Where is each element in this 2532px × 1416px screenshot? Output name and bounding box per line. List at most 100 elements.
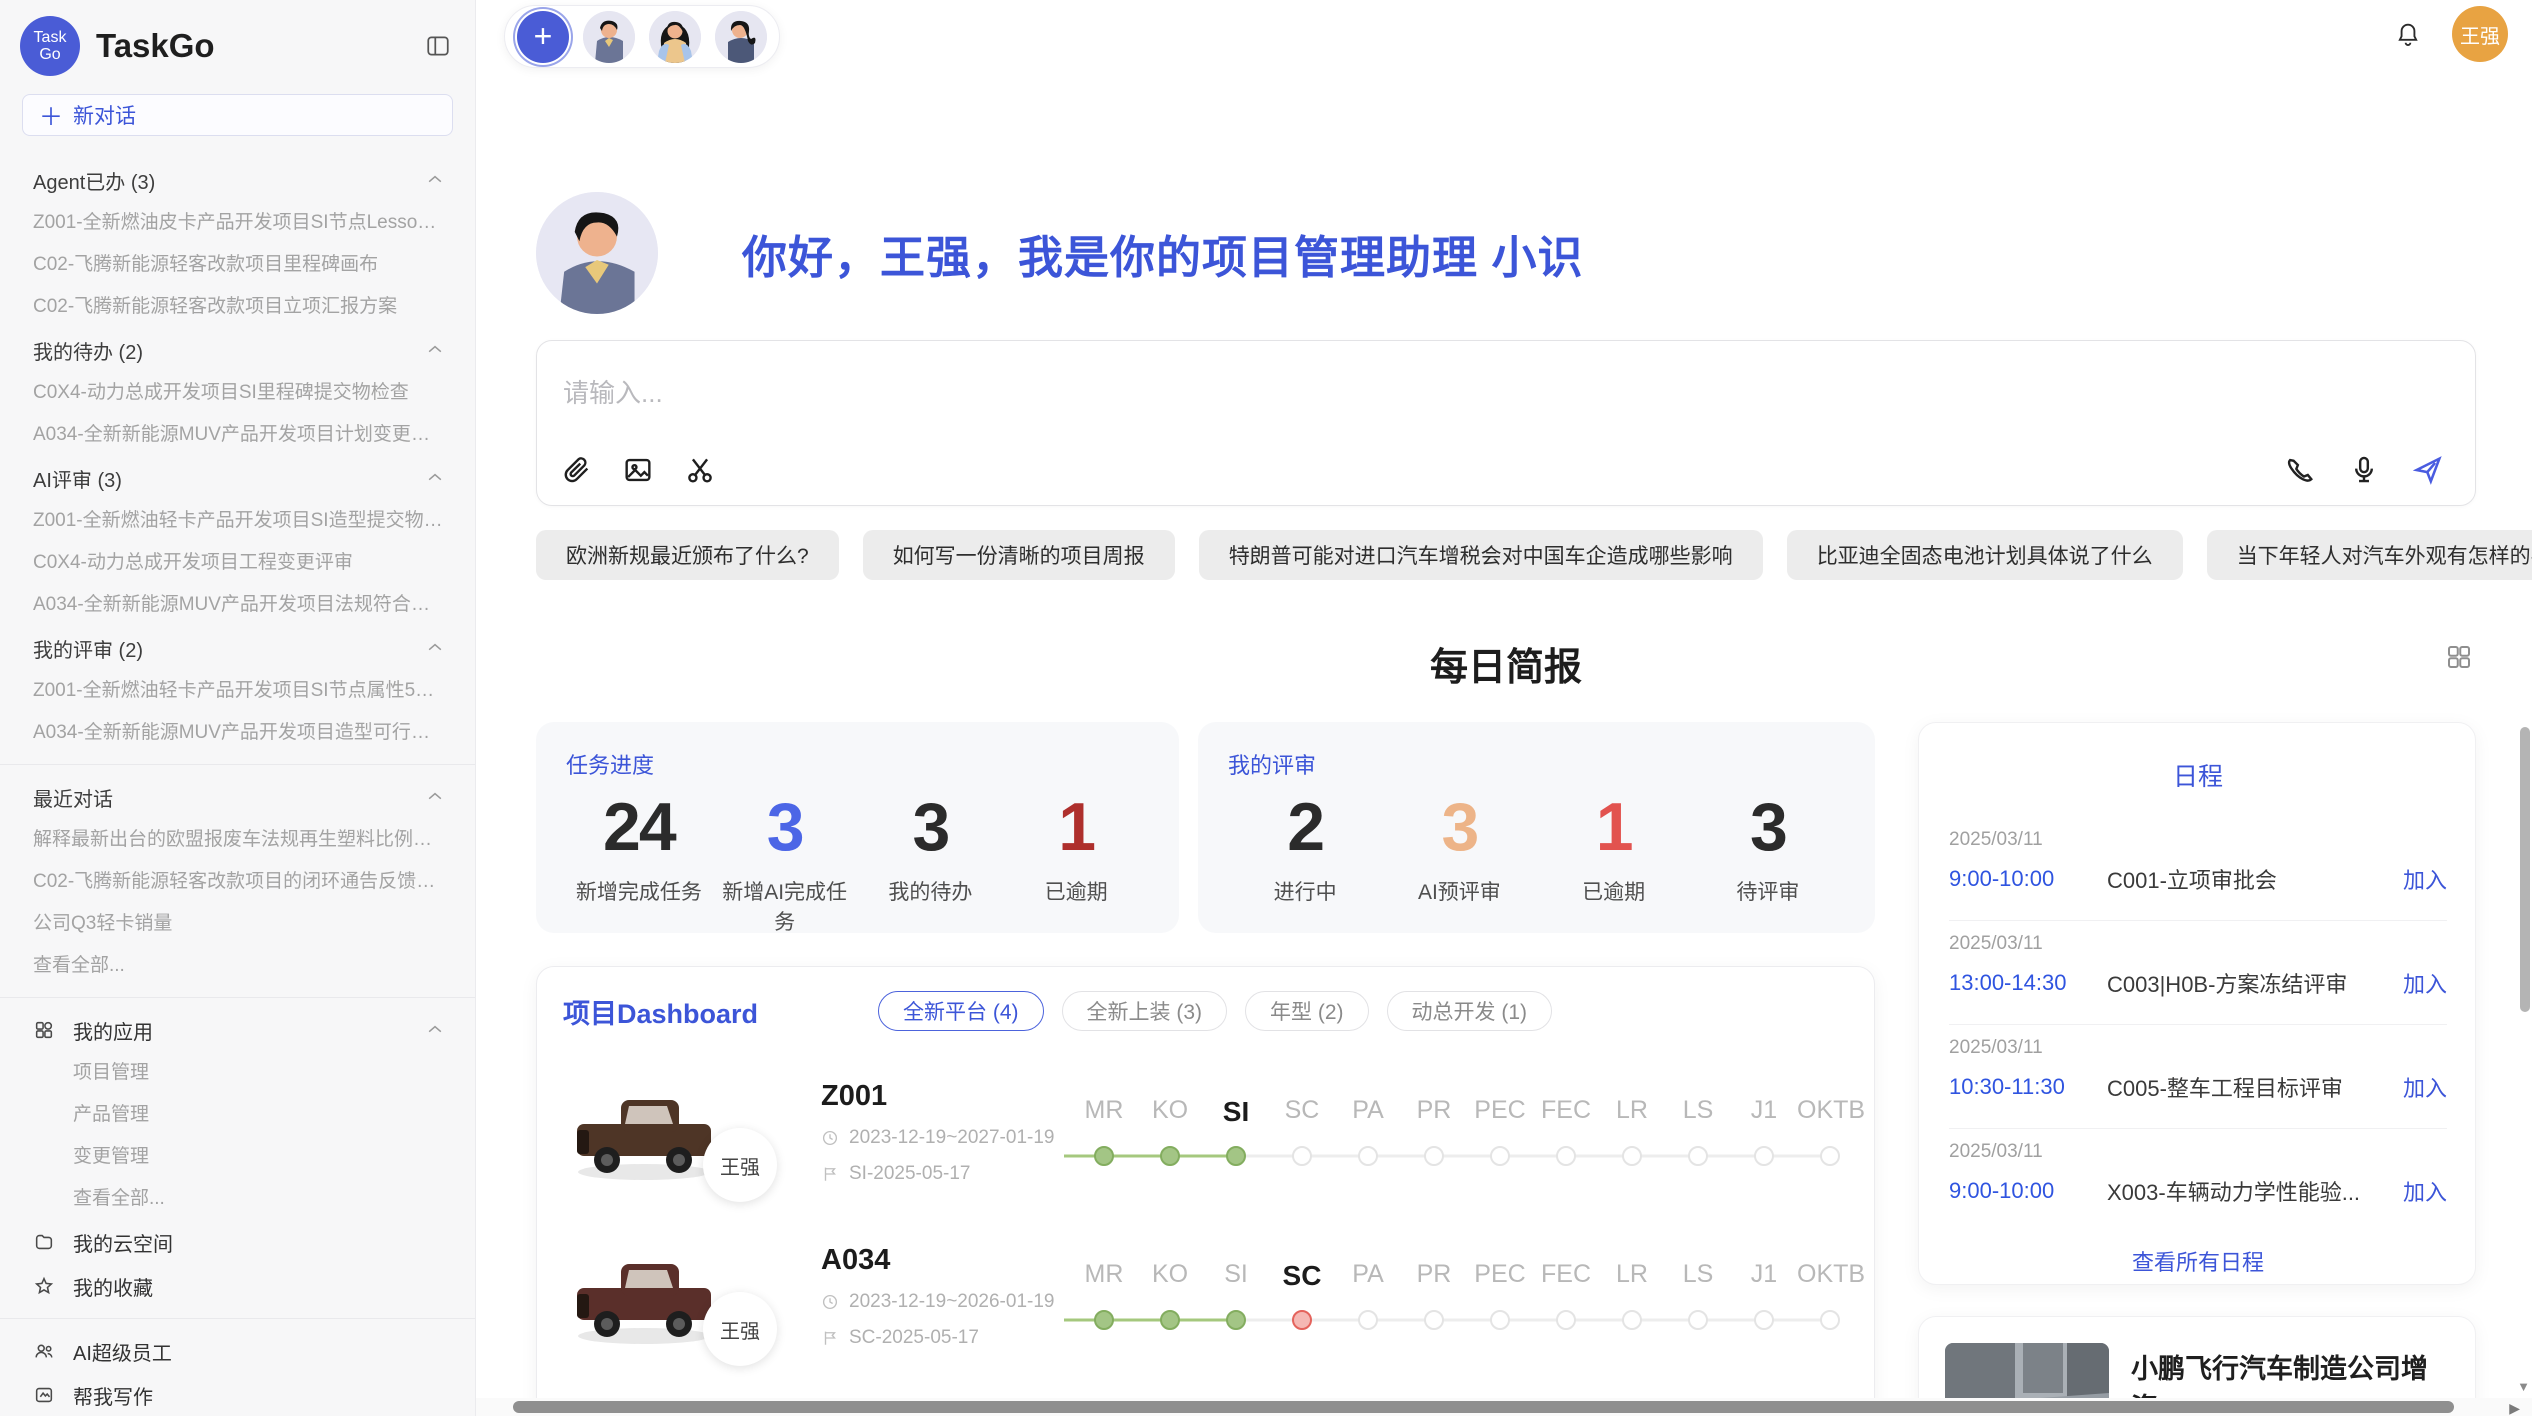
cloud-folder-icon — [33, 1231, 55, 1253]
app-subitem[interactable]: 查看全部... — [0, 1178, 475, 1220]
join-meeting-link[interactable]: 加入 — [2403, 1071, 2447, 1103]
agent-avatar-3[interactable] — [715, 11, 767, 63]
join-meeting-link[interactable]: 加入 — [2403, 1175, 2447, 1207]
suggestion-chip[interactable]: 欧洲新规最近颁布了什么? — [536, 530, 839, 580]
milestone-label-pa: PA — [1335, 1260, 1401, 1292]
agent-avatar-1[interactable] — [583, 11, 635, 63]
recent-chat-item[interactable]: 查看全部... — [0, 945, 475, 987]
sidebar-item-my-apps[interactable]: 我的应用 — [0, 1008, 475, 1052]
topbar: + — [476, 0, 2532, 72]
metric: 3待评审 — [1691, 788, 1845, 906]
schedule-name: C001-立项审批会 — [2107, 863, 2389, 895]
scissors-icon[interactable] — [683, 453, 717, 487]
message-composer[interactable]: 请输入... — [536, 340, 2476, 506]
agent-pill: + — [504, 5, 780, 68]
app-subitem[interactable]: 项目管理 — [0, 1052, 475, 1094]
app-subitem[interactable]: 变更管理 — [0, 1136, 475, 1178]
schedule-time: 13:00-14:30 — [1949, 970, 2107, 996]
schedule-date: 2025/03/11 — [1949, 1037, 2447, 1059]
sidebar-group-header[interactable]: 我的评审 (2) — [0, 626, 475, 670]
sidebar-task-item[interactable]: C02-飞腾新能源轻客改款项目立项汇报方案 — [0, 286, 475, 328]
app-subitem[interactable]: 产品管理 — [0, 1094, 475, 1136]
join-meeting-link[interactable]: 加入 — [2403, 863, 2447, 895]
sidebar-task-item[interactable]: A034-全新新能源MUV产品开发项目法规符合性评审 — [0, 584, 475, 626]
sidebar-task-item[interactable]: Z001-全新燃油轻卡产品开发项目SI节点属性5D文件评审 — [0, 670, 475, 712]
schedule-time: 9:00-10:00 — [1949, 866, 2107, 892]
sidebar-task-item[interactable]: C02-飞腾新能源轻客改款项目里程碑画布 — [0, 244, 475, 286]
milestone-dot-si — [1226, 1146, 1246, 1166]
sidebar-section-recent[interactable]: 最近对话 — [0, 775, 475, 819]
recent-chat-item[interactable]: C02-飞腾新能源轻客改款项目的闭环通告反馈情况 — [0, 861, 475, 903]
milestone-dot-oktb — [1820, 1310, 1840, 1330]
briefing-header: 每日简报 — [536, 636, 2476, 684]
horizontal-scrollbar-thumb[interactable] — [513, 1401, 2454, 1413]
sidebar-group-header[interactable]: 我的待办 (2) — [0, 328, 475, 372]
scroll-down-arrow-icon[interactable]: ▼ — [2517, 1379, 2530, 1394]
dashboard-tab[interactable]: 全新上装 (3) — [1062, 991, 1228, 1031]
sidebar-task-item[interactable]: Z001-全新燃油皮卡产品开发项目SI节点Lesson Learn报告 — [0, 202, 475, 244]
notification-bell-icon[interactable] — [2394, 20, 2422, 48]
dashboard-tab[interactable]: 动总开发 (1) — [1387, 991, 1553, 1031]
microphone-icon[interactable] — [2347, 453, 2381, 487]
agent-avatar-2[interactable] — [649, 11, 701, 63]
horizontal-scrollbar[interactable]: ▶ — [476, 1398, 2532, 1416]
sidebar-task-item[interactable]: C0X4-动力总成开发项目SI里程碑提交物检查 — [0, 372, 475, 414]
greeting-text: 你好，王强，我是你的项目管理助理 小识 — [742, 221, 1584, 286]
milestone-cell — [1797, 1144, 1863, 1168]
attachment-icon[interactable] — [559, 453, 593, 487]
milestone-label-ko: KO — [1137, 1260, 1203, 1292]
new-chat-button[interactable]: ＋ 新对话 — [22, 94, 453, 136]
apps-grid-icon — [33, 1019, 55, 1041]
new-chat-label: 新对话 — [73, 100, 136, 130]
metric-label: 已逾期 — [1537, 876, 1691, 906]
add-agent-button[interactable]: + — [517, 11, 569, 63]
group-label: AI评审 (3) — [33, 464, 425, 493]
milestone-dot-fec — [1556, 1146, 1576, 1166]
milestone-label-pr: PR — [1401, 1260, 1467, 1292]
user-avatar[interactable]: 王强 — [2452, 6, 2508, 62]
suggestion-chip[interactable]: 特朗普可能对进口汽车增税会对中国车企造成哪些影响 — [1199, 530, 1763, 580]
send-icon[interactable] — [2411, 453, 2445, 487]
suggestion-chips: 欧洲新规最近颁布了什么? 如何写一份清晰的项目周报特朗普可能对进口汽车增税会对中国… — [536, 530, 2476, 580]
sidebar-task-item[interactable]: Z001-全新燃油轻卡产品开发项目SI造型提交物评审 — [0, 500, 475, 542]
dashboard-title: 项目Dashboard — [563, 992, 758, 1031]
sidebar-item-write-icon[interactable]: 帮我写作 — [0, 1373, 475, 1416]
sidebar-task-group: Agent已办 (3) Z001-全新燃油皮卡产品开发项目SI节点Lesson … — [0, 158, 475, 328]
sidebar-item-star-icon[interactable]: 我的收藏 — [0, 1264, 475, 1308]
project-row: 王强 Z001 2023-12-19~2027-01-19 SI-2025-05… — [563, 1069, 1848, 1195]
milestone-track: MRKOSISCPAPRPECFECLRLSJ1OKTB — [1071, 1260, 1863, 1332]
milestone-label-mr: MR — [1071, 1096, 1137, 1128]
sidebar-item-users-icon[interactable]: AI超级员工 — [0, 1329, 475, 1373]
schedule-item: 2025/03/11 9:00-10:00 X003-车辆动力学性能验... 加… — [1949, 1129, 2447, 1233]
recent-chat-item[interactable]: 解释最新出台的欧盟报废车法规再生塑料比例被调至15%... — [0, 819, 475, 861]
vertical-scrollbar-thumb[interactable] — [2520, 727, 2530, 1012]
recent-chat-item[interactable]: 公司Q3轻卡销量 — [0, 903, 475, 945]
layout-grid-icon[interactable] — [2444, 642, 2474, 672]
logo-line1: Task — [34, 29, 67, 46]
project-code: Z001 — [821, 1080, 1071, 1113]
suggestion-chip[interactable]: 当下年轻人对汽车外观有怎样的喜好趋势 — [2207, 530, 2532, 580]
dashboard-tab[interactable]: 全新平台 (4) — [878, 991, 1044, 1031]
milestone-dot-si — [1226, 1310, 1246, 1330]
milestone-label-lr: LR — [1599, 1260, 1665, 1292]
sidebar-task-item[interactable]: A034-全新新能源MUV产品开发项目计划变更表编写 — [0, 414, 475, 456]
sidebar-task-item[interactable]: A034-全新新能源MUV产品开发项目造型可行性评审 — [0, 712, 475, 754]
phone-call-icon[interactable] — [2283, 453, 2317, 487]
milestone-label-oktb: OKTB — [1797, 1260, 1863, 1292]
join-meeting-link[interactable]: 加入 — [2403, 967, 2447, 999]
image-icon[interactable] — [621, 453, 655, 487]
app-logo: Task Go — [20, 16, 80, 76]
project-info: A034 2023-12-19~2026-01-19 SC-2025-05-17 — [821, 1244, 1071, 1349]
sidebar-collapse-icon[interactable] — [425, 33, 451, 59]
sidebar-group-header[interactable]: AI评审 (3) — [0, 456, 475, 500]
sidebar-group-header[interactable]: Agent已办 (3) — [0, 158, 475, 202]
suggestion-chip[interactable]: 比亚迪全固态电池计划具体说了什么 — [1787, 530, 2183, 580]
sidebar-task-item[interactable]: C0X4-动力总成开发项目工程变更评审 — [0, 542, 475, 584]
suggestion-chip[interactable]: 如何写一份清晰的项目周报 — [863, 530, 1175, 580]
dashboard-tab[interactable]: 年型 (2) — [1245, 991, 1369, 1031]
milestone-dot-ko — [1160, 1146, 1180, 1166]
view-all-schedule-link[interactable]: 查看所有日程 — [1949, 1233, 2447, 1293]
scroll-right-arrow-icon[interactable]: ▶ — [2509, 1400, 2520, 1416]
sidebar-item-cloud-folder-icon[interactable]: 我的云空间 — [0, 1220, 475, 1264]
metrics-row: 2进行中3AI预评审1已逾期3待评审 — [1228, 788, 1845, 906]
